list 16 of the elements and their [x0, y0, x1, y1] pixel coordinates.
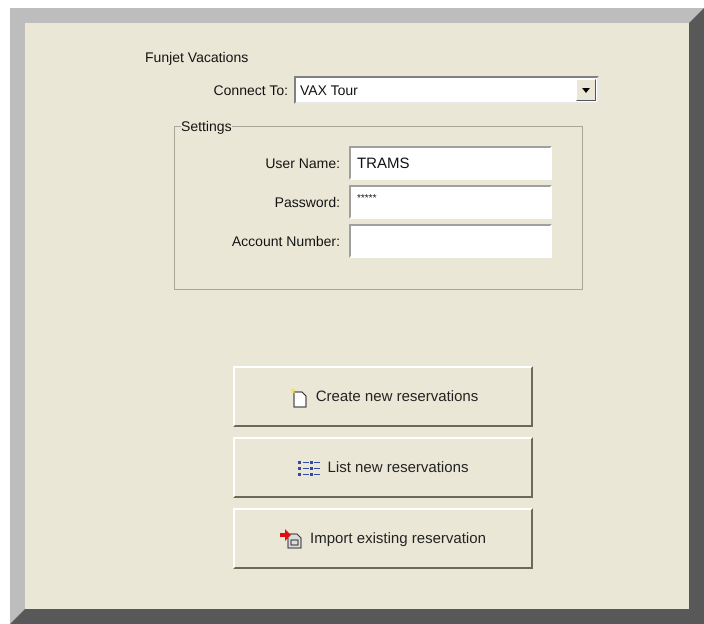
action-button[interactable]: Import existing reservation: [233, 508, 533, 569]
input-field[interactable]: [349, 224, 552, 258]
action-button[interactable]: List new reservations: [233, 437, 533, 498]
field-label: Connect To:: [212, 82, 288, 98]
group-title: Settings: [181, 118, 232, 134]
new-document-icon: [288, 386, 308, 408]
field-label: Account Number:: [230, 233, 340, 249]
import-document-icon: [280, 528, 302, 548]
action-button[interactable]: Create new reservations: [233, 366, 533, 427]
list-icon: [298, 460, 320, 476]
provider-title: Funjet Vacations: [145, 49, 248, 65]
field-label: Password:: [274, 194, 340, 210]
connect-dropdown[interactable]: VAX Tour: [294, 76, 599, 104]
field-label: User Name:: [264, 155, 340, 171]
input-field[interactable]: TRAMS: [349, 146, 552, 180]
input-field[interactable]: *****: [349, 185, 552, 219]
